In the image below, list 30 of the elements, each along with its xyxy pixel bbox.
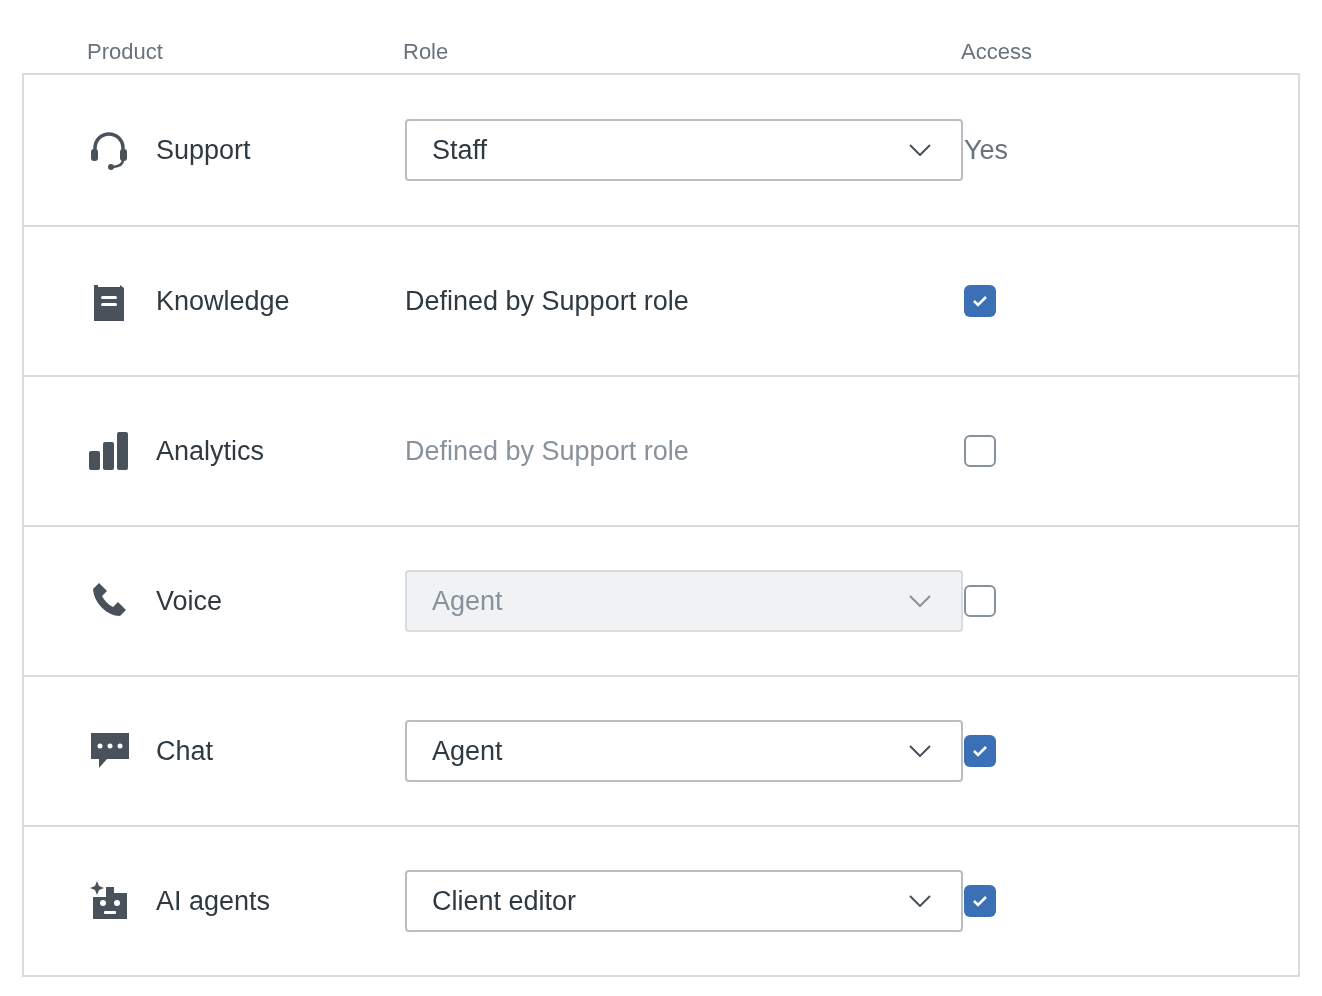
column-header: Access [961, 38, 1033, 66]
checkmark-icon [972, 895, 988, 907]
product-name: AI agents [156, 884, 271, 918]
chevron-down-icon [909, 745, 931, 757]
product-name: Chat [156, 734, 214, 768]
access-checkbox[interactable] [964, 585, 996, 617]
product-name: Voice [156, 584, 223, 618]
role-dropdown[interactable]: Client editor [405, 870, 963, 932]
chevron-down-icon [909, 895, 931, 907]
access-checkbox[interactable] [964, 885, 996, 917]
product-name: Support [156, 133, 251, 167]
role-note: Defined by Support role [405, 435, 689, 466]
bar-chart-icon [89, 431, 129, 471]
product-name: Knowledge [156, 284, 290, 318]
column-header: Role [403, 38, 450, 66]
access-checkbox[interactable] [964, 435, 996, 467]
access-checkbox[interactable] [964, 285, 996, 317]
headset-icon [89, 130, 129, 170]
role-dropdown[interactable]: Agent [405, 720, 963, 782]
column-header: Product [87, 38, 164, 66]
role-dropdown[interactable]: Staff [405, 119, 963, 181]
checkmark-icon [972, 295, 988, 307]
checkmark-icon [972, 745, 988, 757]
chevron-down-icon [909, 144, 931, 156]
role-note: Defined by Support role [405, 285, 689, 316]
access-checkbox[interactable] [964, 735, 996, 767]
robot-icon [89, 881, 129, 921]
access-value: Yes [964, 134, 1009, 165]
chevron-down-icon [909, 595, 931, 607]
product-name: Analytics [156, 434, 265, 468]
